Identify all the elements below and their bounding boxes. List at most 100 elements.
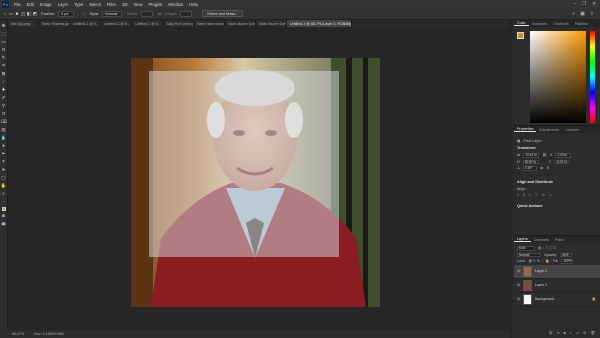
- pen-tool-icon[interactable]: ✒: [1, 151, 7, 157]
- tab-swatches[interactable]: Swatches: [529, 22, 551, 26]
- layer-row-layer-1[interactable]: 👁 Layer 1: [514, 279, 600, 293]
- tab-document-8[interactable]: Sean Moore Cowell Cary.jpeg: [225, 20, 256, 27]
- foreground-color-swatch[interactable]: [1, 207, 6, 211]
- delete-layer-icon[interactable]: 🗑: [590, 331, 595, 335]
- hand-tool-icon[interactable]: ✋: [1, 183, 7, 189]
- align-left-icon[interactable]: ⫷: [517, 193, 519, 197]
- blur-tool-icon[interactable]: 💧: [1, 135, 7, 141]
- tab-gradients[interactable]: Gradients: [550, 22, 572, 26]
- x-field[interactable]: 1.23 in: [555, 153, 572, 158]
- menu-plugins[interactable]: Plugins: [146, 2, 166, 7]
- align-top-icon[interactable]: ⊤: [535, 193, 538, 197]
- y-field[interactable]: -0.01 in: [554, 159, 571, 164]
- layer-row-background[interactable]: 👁 Background 🔒: [514, 293, 600, 307]
- tab-document-4[interactable]: Untitled-3 @ 6...: [101, 20, 132, 27]
- add-mask-icon[interactable]: ◙: [564, 331, 566, 335]
- minimize-icon[interactable]: –: [574, 1, 577, 7]
- fill-field[interactable]: 100%: [561, 259, 574, 264]
- intersect-selection-icon[interactable]: ◩: [32, 11, 38, 17]
- menu-layer[interactable]: Layer: [55, 2, 71, 7]
- tab-properties[interactable]: Properties: [514, 127, 537, 132]
- restore-icon[interactable]: ❐: [582, 1, 586, 7]
- width-field[interactable]: 10.67 in: [523, 153, 540, 158]
- visibility-eye-icon[interactable]: 👁: [517, 283, 521, 287]
- tab-document-3[interactable]: Untitled-1 @ 6...: [70, 20, 101, 27]
- filter-icons[interactable]: ▦ ◐ T ▢ ⊡: [538, 246, 556, 250]
- tab-libraries[interactable]: Libraries: [562, 128, 582, 132]
- layer-name[interactable]: Layer 2: [535, 269, 547, 273]
- menu-help[interactable]: Help: [186, 2, 201, 7]
- quick-select-tool-icon[interactable]: ✎: [1, 55, 7, 61]
- flip-horizontal-icon[interactable]: ⇋: [540, 166, 543, 170]
- align-right-icon[interactable]: ⫸: [529, 193, 531, 197]
- swap-icon[interactable]: ⇄: [158, 11, 161, 16]
- quick-mask-icon[interactable]: ◙: [1, 213, 7, 219]
- tab-channels[interactable]: Channels: [531, 238, 552, 242]
- gradient-tool-icon[interactable]: ▥: [1, 127, 7, 133]
- eraser-tool-icon[interactable]: ⌫: [1, 119, 7, 125]
- layer-name[interactable]: Background: [535, 297, 554, 301]
- path-selection-tool-icon[interactable]: ➤: [1, 167, 7, 173]
- history-brush-tool-icon[interactable]: ↺: [1, 111, 7, 117]
- blend-mode-select[interactable]: Normal: [517, 252, 541, 257]
- close-icon[interactable]: ✕: [592, 1, 596, 7]
- width-input[interactable]: [140, 10, 153, 17]
- visibility-eye-icon[interactable]: 👁: [517, 297, 521, 301]
- lock-icons[interactable]: ▦ ✎ ✥ ⬚ 🔒: [529, 259, 550, 263]
- opacity-field[interactable]: 51%: [560, 252, 573, 257]
- align-bottom-icon[interactable]: ⊥: [549, 193, 552, 197]
- workspace-icon[interactable]: ▣: [580, 11, 585, 17]
- marquee-tool-icon[interactable]: ▭: [1, 39, 7, 45]
- link-icon[interactable]: ⛓: [542, 153, 547, 157]
- fx-icon[interactable]: fx: [557, 331, 560, 335]
- zoom-level[interactable]: 66.67%: [12, 332, 24, 336]
- tab-document-7[interactable]: Sean Hare small Lin base.png: [194, 20, 225, 27]
- tab-color[interactable]: Color: [514, 21, 529, 26]
- quick-actions-section[interactable]: Quick Actions: [514, 202, 600, 210]
- document-size[interactable]: Doc: 3.15M/9.98M: [34, 332, 63, 336]
- align-middle-icon[interactable]: ⊝: [542, 193, 545, 197]
- more-tools-icon[interactable]: ···: [1, 199, 7, 205]
- tab-document-5[interactable]: Untitled-2 @ 6...: [132, 20, 163, 27]
- link-layers-icon[interactable]: ⛓: [548, 331, 553, 335]
- dodge-tool-icon[interactable]: ●: [1, 143, 7, 149]
- tab-document-1[interactable]: sho (a).jpeg: [8, 20, 39, 27]
- menu-edit[interactable]: Edit: [24, 2, 37, 7]
- move-tool-icon[interactable]: ✥: [1, 23, 7, 29]
- feather-input[interactable]: 0 px: [58, 10, 75, 17]
- visibility-eye-icon[interactable]: 👁: [517, 269, 521, 273]
- tab-document-active[interactable]: Untitled-1 @ 66.7% (Layer 2, RGB/8#) *: [287, 20, 352, 27]
- foreground-color-chip[interactable]: [517, 32, 524, 39]
- zoom-tool-icon[interactable]: ⌕: [1, 191, 7, 197]
- new-layer-icon[interactable]: ⊞: [583, 331, 586, 335]
- share-icon[interactable]: ⇪: [590, 11, 594, 17]
- layer-name[interactable]: Layer 1: [535, 283, 547, 287]
- angle-field[interactable]: 0.00°: [523, 166, 538, 171]
- tab-document-2[interactable]: Sean Sharma.jpeg: [39, 20, 70, 27]
- color-field[interactable]: [530, 31, 586, 123]
- screen-mode-icon[interactable]: ▣: [1, 221, 7, 227]
- menu-type[interactable]: Type: [71, 2, 86, 7]
- menu-image[interactable]: Image: [37, 2, 55, 7]
- transform-section[interactable]: Transform: [514, 144, 600, 152]
- menu-select[interactable]: Select: [86, 2, 104, 7]
- layer-row-layer-2[interactable]: 👁 Layer 2: [514, 264, 600, 279]
- menu-file[interactable]: File: [11, 2, 24, 7]
- layer-filter-kind-select[interactable]: Kind: [517, 246, 535, 251]
- tab-adjustments[interactable]: Adjustments: [536, 128, 562, 132]
- anti-alias-checkbox[interactable]: ☐: [82, 11, 85, 16]
- flip-vertical-icon[interactable]: ⇵: [546, 166, 549, 170]
- menu-window[interactable]: Window: [165, 2, 186, 7]
- menu-view[interactable]: View: [131, 2, 146, 7]
- crop-tool-icon[interactable]: ⌗: [1, 63, 7, 69]
- artboard-tool-icon[interactable]: ⬚: [1, 31, 7, 37]
- menu-filter[interactable]: Filter: [104, 2, 119, 7]
- tab-patterns[interactable]: Patterns: [572, 22, 591, 26]
- search-icon[interactable]: ⌕: [572, 11, 575, 17]
- select-and-mask-button[interactable]: Select and Mask...: [202, 10, 244, 17]
- tab-document-9[interactable]: Sean Moore Dyerfact 1.jpeg: [256, 20, 287, 27]
- rectangle-tool-icon[interactable]: ▢: [1, 175, 7, 181]
- new-group-icon[interactable]: ▭: [576, 331, 579, 335]
- adjustment-layer-icon[interactable]: ◐: [570, 331, 572, 335]
- tab-document-6[interactable]: Sally Rich print.jpeg: [163, 20, 194, 27]
